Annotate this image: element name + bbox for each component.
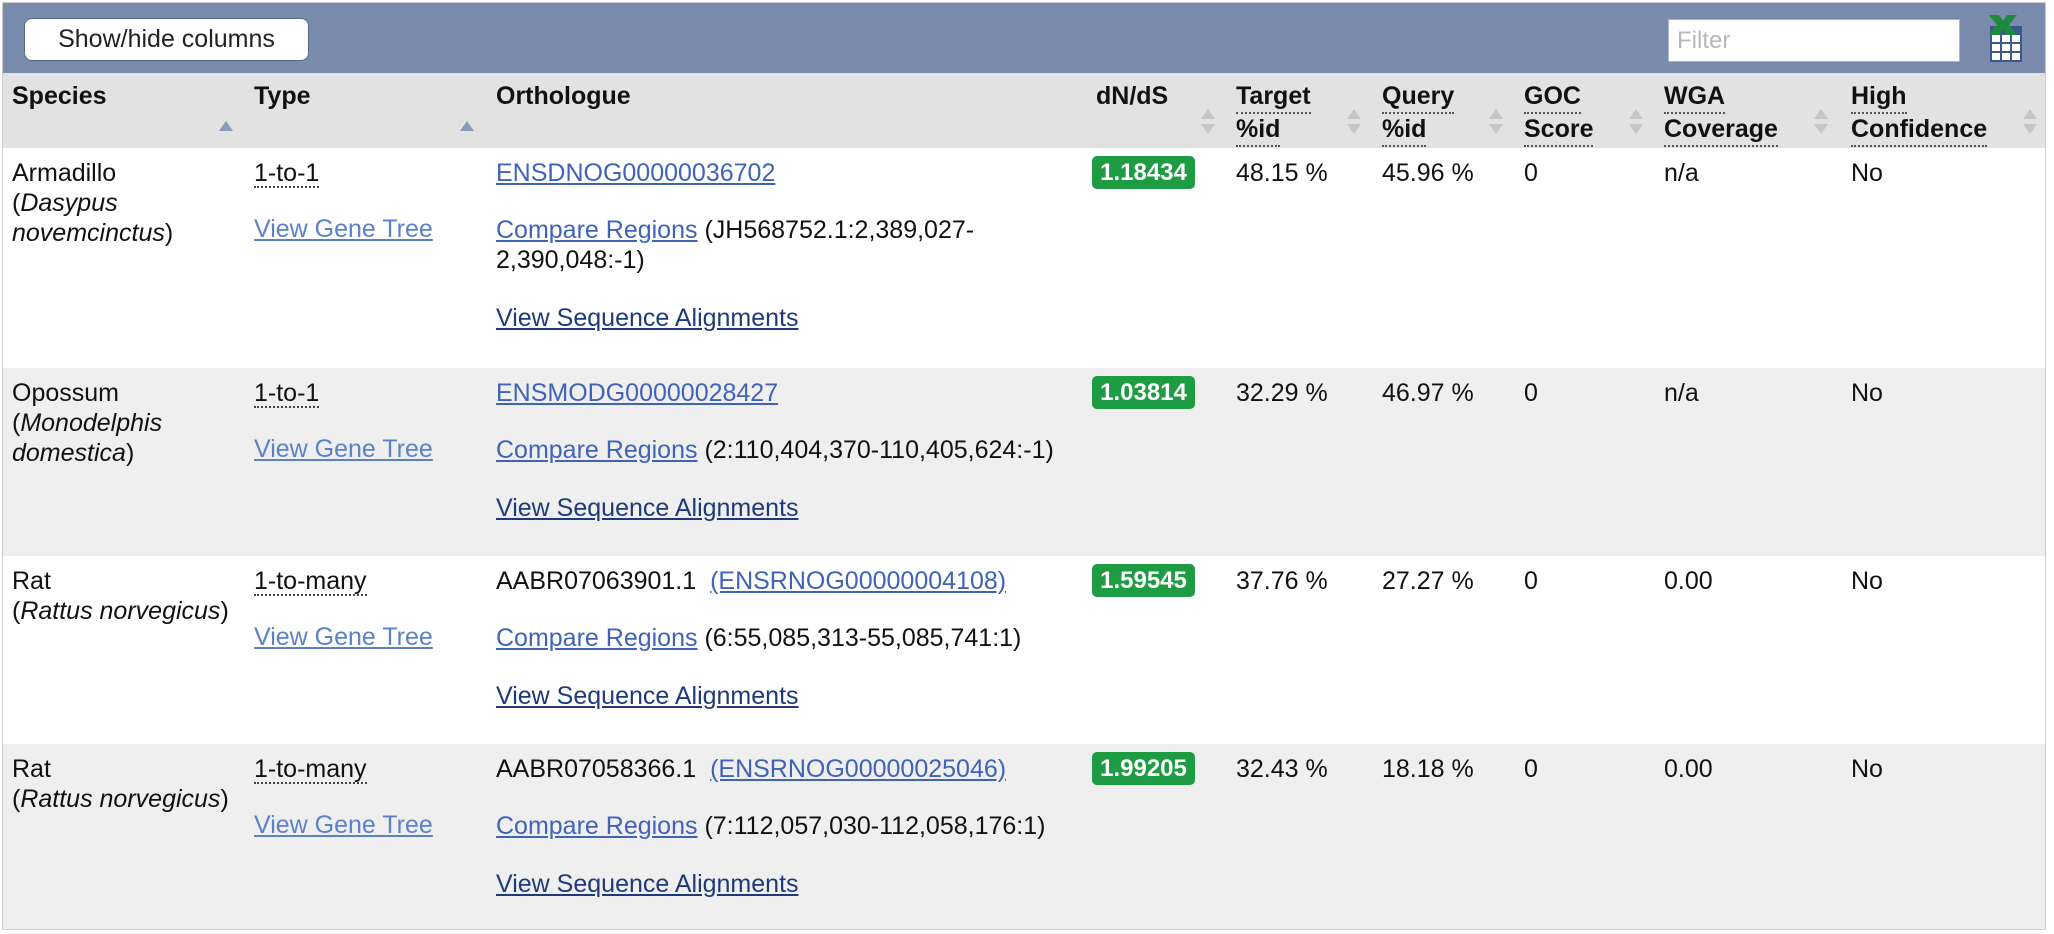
table-toolbar: Show/hide columns (3, 3, 2045, 73)
species-cell: Rat (Rattus norvegicus) (12, 567, 229, 625)
column-header-high-confidence[interactable]: High Confidence (1851, 81, 1988, 147)
high-confidence-value: No (1851, 159, 1883, 187)
column-header-wga-coverage[interactable]: WGA Coverage (1664, 81, 1778, 147)
view-gene-tree-link[interactable]: View Gene Tree (254, 434, 433, 464)
query-id-value: 18.18 % (1382, 755, 1474, 783)
compare-regions-cell: Compare Regions (JH568752.1:2,389,027- 2… (496, 215, 1076, 275)
dnds-badge: 1.59545 (1092, 564, 1195, 597)
sort-both-icon[interactable] (1201, 109, 1215, 139)
column-header-species[interactable]: Species (12, 81, 107, 112)
column-header-target-id[interactable]: Target %id (1236, 81, 1311, 147)
compare-regions-cell: Compare Regions (7:112,057,030-112,058,1… (496, 811, 1076, 841)
column-header-goc-score[interactable]: GOC Score (1524, 81, 1594, 147)
show-hide-columns-button[interactable]: Show/hide columns (24, 18, 309, 61)
dnds-badge: 1.18434 (1092, 156, 1195, 189)
column-header-query-id[interactable]: Query %id (1382, 81, 1455, 147)
view-sequence-alignments-link[interactable]: View Sequence Alignments (496, 493, 799, 523)
region-coordinates: (JH568752.1:2,389,027- (704, 216, 975, 244)
target-id-value: 32.29 % (1236, 379, 1328, 407)
dnds-badge: 1.03814 (1092, 376, 1195, 409)
table-header: Species Type Orthologue dN/dS Target %id… (3, 73, 2045, 148)
orthologue-gene-link[interactable]: (ENSRNOG00000004108) (710, 567, 1006, 595)
query-id-value: 45.96 % (1382, 159, 1474, 187)
query-id-value: 27.27 % (1382, 567, 1474, 595)
wga-coverage-value: 0.00 (1664, 567, 1713, 595)
species-cell: Armadillo (Dasypus novemcinctus) (12, 159, 174, 247)
compare-regions-link[interactable]: Compare Regions (496, 624, 698, 652)
type-cell: 1-to-1 (254, 158, 320, 188)
orthologue-gene-link[interactable]: ENSDNOG00000036702 (496, 158, 775, 188)
table-row: Rat (Rattus norvegicus) 1-to-many View G… (3, 556, 2045, 744)
goc-score-value: 0 (1524, 755, 1538, 783)
high-confidence-value: No (1851, 567, 1883, 595)
view-sequence-alignments-link[interactable]: View Sequence Alignments (496, 681, 799, 711)
high-confidence-value: No (1851, 755, 1883, 783)
orthologue-name: AABR07058366.1 (496, 755, 697, 783)
view-gene-tree-link[interactable]: View Gene Tree (254, 622, 433, 652)
wga-coverage-value: 0.00 (1664, 755, 1713, 783)
sort-both-icon[interactable] (1814, 109, 1828, 139)
sort-ascending-icon[interactable] (219, 109, 233, 139)
species-cell: Rat (Rattus norvegicus) (12, 755, 229, 813)
column-header-type[interactable]: Type (254, 81, 311, 112)
orthologues-table-panel: Show/hide columns Species Type Orthologu… (2, 2, 2046, 930)
compare-regions-link[interactable]: Compare Regions (496, 216, 698, 244)
orthology-type: 1-to-many (254, 567, 367, 596)
column-header-dnds[interactable]: dN/dS (1096, 81, 1168, 112)
sort-both-icon[interactable] (1489, 109, 1503, 139)
table-row: Armadillo (Dasypus novemcinctus) 1-to-1 … (3, 148, 2045, 368)
region-coordinates: (2:110,404,370-110,405,624:-1) (704, 436, 1054, 464)
region-coordinates: (7:112,057,030-112,058,176:1) (704, 812, 1046, 840)
target-id-value: 37.76 % (1236, 567, 1328, 595)
orthologue-cell: AABR07063901.1 (ENSRNOG00000004108) (496, 566, 1006, 596)
view-sequence-alignments-link[interactable]: View Sequence Alignments (496, 869, 799, 899)
sort-ascending-icon[interactable] (460, 109, 474, 139)
high-confidence-value: No (1851, 379, 1883, 407)
goc-score-value: 0 (1524, 567, 1538, 595)
sort-both-icon[interactable] (2023, 109, 2037, 139)
table-row: Opossum (Monodelphis domestica) 1-to-1 V… (3, 368, 2045, 556)
compare-regions-cell: Compare Regions (6:55,085,313-55,085,741… (496, 623, 1076, 653)
sort-both-icon[interactable] (1347, 109, 1361, 139)
view-gene-tree-link[interactable]: View Gene Tree (254, 214, 433, 244)
goc-score-value: 0 (1524, 159, 1538, 187)
compare-regions-link[interactable]: Compare Regions (496, 812, 698, 840)
type-cell: 1-to-many (254, 566, 367, 596)
compare-regions-link[interactable]: Compare Regions (496, 436, 698, 464)
orthology-type: 1-to-1 (254, 379, 320, 408)
goc-score-value: 0 (1524, 379, 1538, 407)
table-row: Rat (Rattus norvegicus) 1-to-many View G… (3, 744, 2045, 929)
sort-both-icon[interactable] (1629, 109, 1643, 139)
orthologue-gene-link[interactable]: ENSMODG00000028427 (496, 378, 778, 408)
filter-input[interactable] (1668, 19, 1960, 62)
orthology-type: 1-to-many (254, 755, 367, 784)
view-sequence-alignments-link[interactable]: View Sequence Alignments (496, 303, 799, 333)
region-coordinates: (6:55,085,313-55,085,741:1) (704, 624, 1022, 652)
wga-coverage-value: n/a (1664, 159, 1699, 187)
compare-regions-cell: Compare Regions (2:110,404,370-110,405,6… (496, 435, 1076, 465)
orthologue-cell: AABR07058366.1 (ENSRNOG00000025046) (496, 754, 1006, 784)
view-gene-tree-link[interactable]: View Gene Tree (254, 810, 433, 840)
orthologue-name: AABR07063901.1 (496, 567, 697, 595)
orthologue-gene-link[interactable]: (ENSRNOG00000025046) (710, 755, 1006, 783)
wga-coverage-value: n/a (1664, 379, 1699, 407)
species-cell: Opossum (Monodelphis domestica) (12, 379, 163, 467)
region-coordinates-cont: 2,390,048:-1) (496, 246, 645, 274)
excel-export-icon[interactable] (1987, 13, 2025, 63)
type-cell: 1-to-1 (254, 378, 320, 408)
type-cell: 1-to-many (254, 754, 367, 784)
orthology-type: 1-to-1 (254, 159, 320, 188)
column-header-orthologue: Orthologue (496, 82, 631, 110)
target-id-value: 32.43 % (1236, 755, 1328, 783)
query-id-value: 46.97 % (1382, 379, 1474, 407)
target-id-value: 48.15 % (1236, 159, 1328, 187)
dnds-badge: 1.99205 (1092, 752, 1195, 785)
